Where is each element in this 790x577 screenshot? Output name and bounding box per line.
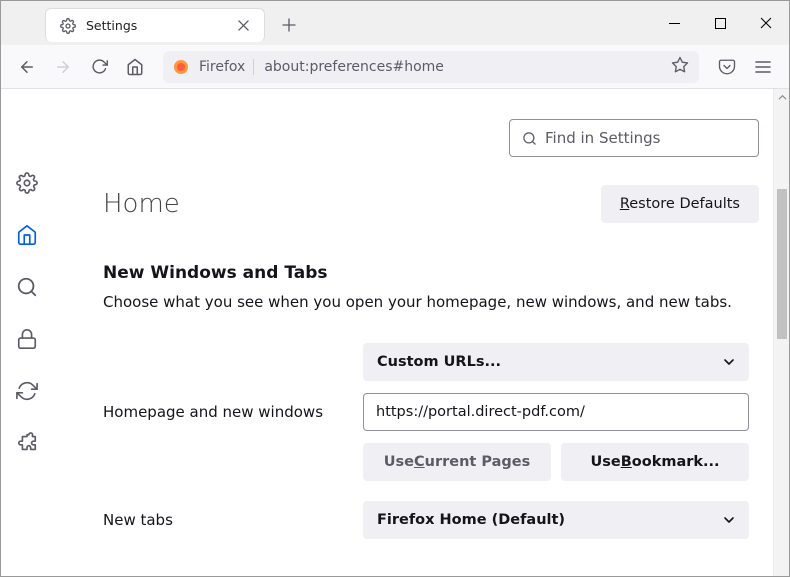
pocket-icon xyxy=(718,58,736,76)
pocket-button[interactable] xyxy=(711,51,743,83)
maximize-button[interactable] xyxy=(697,1,743,45)
titlebar: Settings xyxy=(1,1,789,45)
home-icon xyxy=(126,58,144,76)
close-icon xyxy=(760,17,772,29)
sidebar-item-home[interactable] xyxy=(13,221,41,249)
homepage-label: Homepage and new windows xyxy=(103,403,363,421)
section-description: Choose what you see when you open your h… xyxy=(103,293,749,311)
chevron-down-icon xyxy=(723,356,735,368)
section-heading: New Windows and Tabs xyxy=(103,263,749,283)
select-value: Custom URLs... xyxy=(377,354,501,370)
plus-icon xyxy=(282,18,296,32)
firefox-icon xyxy=(173,59,189,75)
bookmark-star-button[interactable] xyxy=(671,56,689,78)
back-button[interactable] xyxy=(11,51,43,83)
reload-icon xyxy=(91,58,108,75)
settings-search-box[interactable] xyxy=(509,119,759,157)
app-menu-button[interactable] xyxy=(747,51,779,83)
window-controls xyxy=(651,1,789,45)
scrollbar-thumb[interactable] xyxy=(777,189,787,339)
close-window-button[interactable] xyxy=(743,1,789,45)
forward-button[interactable] xyxy=(47,51,79,83)
settings-content: Home Restore Defaults New Windows and Ta… xyxy=(1,89,789,576)
settings-search-input[interactable] xyxy=(545,129,746,147)
use-bookmark-button[interactable]: Use Bookmark... xyxy=(561,443,749,481)
page-title: Home xyxy=(103,189,180,219)
reload-button[interactable] xyxy=(83,51,115,83)
firefox-window: Settings xyxy=(0,0,790,577)
chevron-down-icon xyxy=(723,514,735,526)
star-icon xyxy=(671,56,689,74)
puzzle-icon xyxy=(16,432,38,454)
vertical-scrollbar[interactable] xyxy=(773,89,789,576)
scroll-up-button[interactable] xyxy=(774,89,789,106)
maximize-icon xyxy=(715,18,726,29)
new-tab-button[interactable] xyxy=(275,11,303,39)
settings-sidebar xyxy=(1,89,53,576)
newtabs-mode-select[interactable]: Firefox Home (Default) xyxy=(363,501,749,539)
urlbar-text: about:preferences#home xyxy=(264,59,661,75)
url-bar[interactable]: Firefox about:preferences#home xyxy=(163,51,699,83)
search-icon xyxy=(16,276,38,298)
back-arrow-icon xyxy=(18,58,36,76)
lock-icon xyxy=(16,328,38,350)
home-icon xyxy=(16,224,38,246)
nav-toolbar: Firefox about:preferences#home xyxy=(1,45,789,89)
hamburger-icon xyxy=(755,59,771,75)
homepage-url-input[interactable] xyxy=(363,393,749,431)
gear-icon xyxy=(60,18,76,34)
sidebar-item-extensions[interactable] xyxy=(13,429,41,457)
use-current-pages-button[interactable]: Use Current Pages xyxy=(363,443,551,481)
sidebar-item-search[interactable] xyxy=(13,273,41,301)
tab-settings[interactable]: Settings xyxy=(45,8,265,42)
urlbar-identity-label: Firefox xyxy=(199,59,254,75)
sidebar-item-sync[interactable] xyxy=(13,377,41,405)
gear-icon xyxy=(16,172,38,194)
sidebar-item-privacy[interactable] xyxy=(13,325,41,353)
restore-defaults-button[interactable]: Restore Defaults xyxy=(601,185,759,223)
forward-arrow-icon xyxy=(54,58,72,76)
homepage-mode-select[interactable]: Custom URLs... xyxy=(363,343,749,381)
minimize-button[interactable] xyxy=(651,1,697,45)
select-value: Firefox Home (Default) xyxy=(377,512,565,528)
tab-label: Settings xyxy=(86,18,224,33)
home-button[interactable] xyxy=(119,51,151,83)
close-icon xyxy=(238,20,249,31)
chevron-up-icon xyxy=(778,93,787,102)
settings-main-panel: Home Restore Defaults New Windows and Ta… xyxy=(53,89,789,576)
minimize-icon xyxy=(669,18,680,29)
sidebar-item-general[interactable] xyxy=(13,169,41,197)
newtabs-label: New tabs xyxy=(103,511,363,529)
search-icon xyxy=(522,131,537,146)
sync-icon xyxy=(16,380,38,402)
tab-close-button[interactable] xyxy=(234,17,252,35)
